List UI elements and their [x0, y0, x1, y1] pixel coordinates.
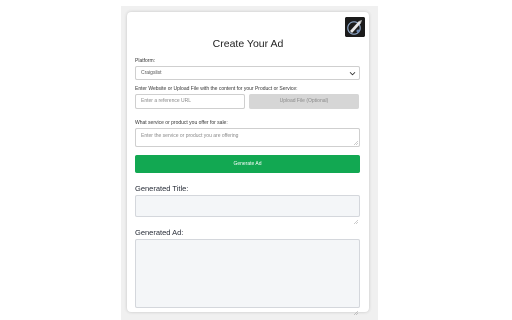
- resize-grip-icon[interactable]: [353, 211, 359, 225]
- generated-ad-output[interactable]: [135, 239, 360, 316]
- reference-url-input[interactable]: Enter a reference URL: [135, 94, 245, 109]
- resize-grip-icon[interactable]: [353, 140, 359, 146]
- platform-select[interactable]: Craigslist: [135, 66, 360, 80]
- service-label: What service or product you offer for sa…: [135, 120, 228, 126]
- chevron-down-icon: [349, 70, 356, 77]
- app-logo-icon: [345, 17, 365, 37]
- generated-title-output[interactable]: [135, 195, 360, 225]
- platform-label: Platform:: [135, 58, 156, 64]
- generated-title-label: Generated Title:: [135, 184, 189, 193]
- service-input[interactable]: Enter the service or product you are off…: [135, 128, 360, 147]
- service-placeholder: Enter the service or product you are off…: [141, 133, 239, 139]
- source-label: Enter Website or Upload File with the co…: [135, 86, 298, 92]
- resize-grip-icon[interactable]: [353, 302, 359, 316]
- generate-ad-button[interactable]: Generate Ad: [135, 155, 360, 173]
- page-title: Create Your Ad: [212, 38, 284, 50]
- ad-form-card: Create Your Ad Platform: Craigslist Ente…: [127, 12, 369, 316]
- platform-select-value: Craigslist: [141, 70, 162, 76]
- generated-ad-label: Generated Ad:: [135, 228, 184, 237]
- upload-file-button[interactable]: Upload File (Optional): [249, 94, 359, 109]
